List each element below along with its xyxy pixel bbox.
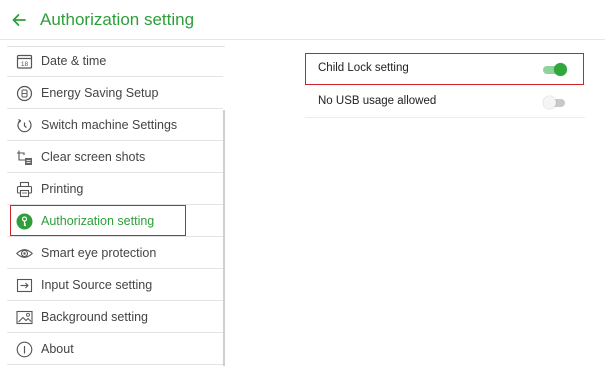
sidebar-item-input-source[interactable]: Input Source setting [7, 270, 223, 301]
sidebar-item-label: About [41, 342, 74, 356]
sidebar-item-label: Smart eye protection [41, 246, 157, 260]
info-icon [16, 341, 33, 358]
sidebar-item-label: Switch machine Settings [41, 118, 178, 132]
app-header: Authorization setting [0, 0, 605, 40]
sidebar-item-label: Input Source setting [41, 278, 153, 292]
sidebar-item-label: Background setting [41, 310, 149, 324]
sidebar-item-label: Clear screen shots [41, 150, 146, 164]
power-cycle-icon [16, 117, 33, 134]
back-arrow-icon[interactable] [10, 11, 28, 29]
svg-text:18: 18 [21, 60, 29, 67]
sidebar-item-date-time[interactable]: 18 Date & time [7, 46, 223, 77]
toggle-knob [543, 96, 556, 109]
calendar-icon: 18 [16, 53, 33, 70]
sidebar-item-background[interactable]: Background setting [7, 302, 223, 333]
sidebar-item-label: Printing [41, 182, 84, 196]
printer-icon [16, 181, 33, 198]
sidebar-item-printing[interactable]: Printing [7, 174, 223, 205]
sidebar-scrollbar[interactable] [223, 110, 225, 366]
setting-label: No USB usage allowed [318, 95, 437, 107]
child-lock-row-highlight [305, 53, 584, 85]
sidebar-item-clear-screenshots[interactable]: Clear screen shots [7, 142, 223, 173]
page-title: Authorization setting [40, 10, 195, 29]
setting-row-no-usb: No USB usage allowed [305, 86, 585, 118]
sidebar-item-about[interactable]: About [7, 334, 223, 365]
sidebar-item-label: Energy Saving Setup [41, 86, 159, 100]
sidebar-item-energy-saving[interactable]: Energy Saving Setup [7, 78, 223, 109]
active-item-highlight [10, 205, 186, 236]
sidebar-item-smart-eye-protection[interactable]: Smart eye protection [7, 238, 223, 269]
sidebar-item-switch-machine[interactable]: Switch machine Settings [7, 110, 223, 141]
settings-sidebar: 18 Date & time Energy Saving Setup Switc… [7, 46, 223, 366]
no-usb-toggle[interactable] [543, 96, 567, 109]
energy-icon [16, 85, 33, 102]
sidebar-item-label: Date & time [41, 54, 107, 68]
eye-icon [16, 245, 33, 262]
input-source-icon [16, 277, 33, 294]
crop-icon [16, 149, 33, 166]
image-icon [16, 309, 33, 326]
